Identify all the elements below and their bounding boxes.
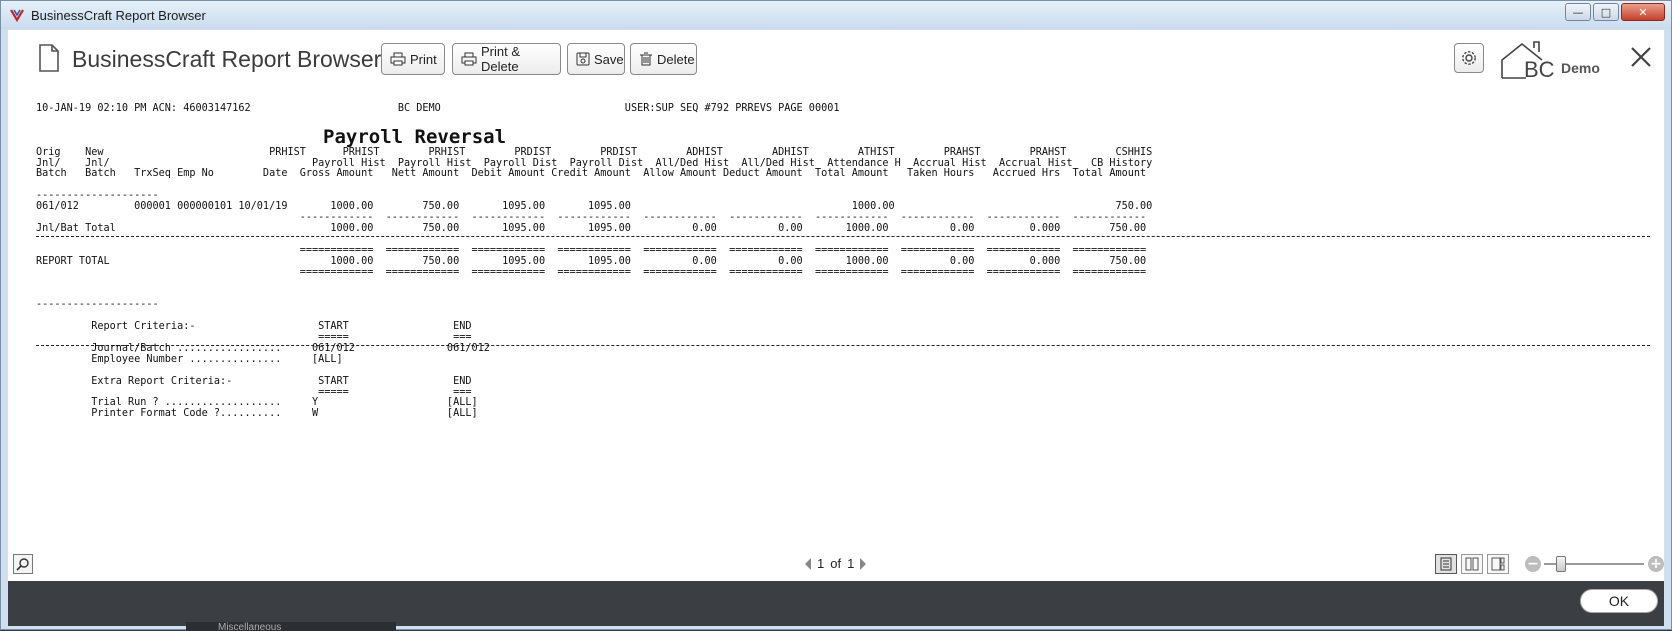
print-delete-label: Print & Delete	[481, 44, 521, 74]
print-delete-button[interactable]: Print & Delete	[452, 43, 561, 75]
print-button[interactable]: Print	[381, 43, 445, 75]
app-title: BusinessCraft Report Browser	[72, 46, 382, 72]
single-page-icon	[1440, 557, 1452, 571]
close-icon: ✕	[1638, 5, 1648, 19]
print-label: Print	[410, 51, 437, 67]
minimize-icon: —	[1572, 5, 1584, 19]
total-pages: 1	[847, 556, 855, 571]
window-title: BusinessCraft Report Browser	[31, 7, 206, 23]
page-navigator: 1 of 1	[805, 556, 867, 571]
current-page: 1	[817, 556, 825, 571]
zoom-in-button[interactable]: +	[1648, 556, 1664, 572]
title-bar[interactable]: BusinessCraft Report Browser — □ ✕	[1, 1, 1671, 29]
trash-icon	[640, 52, 652, 66]
window-close-button[interactable]: ✕	[1621, 3, 1665, 21]
logo-text: BC	[1524, 57, 1555, 82]
single-page-view-button[interactable]	[1435, 554, 1457, 574]
multi-page-icon	[1491, 557, 1505, 571]
ok-button[interactable]: OK	[1580, 589, 1658, 613]
client-area: BusinessCraft Report Browser Print Print…	[8, 30, 1664, 626]
window-controls: — □ ✕	[1565, 3, 1665, 21]
ok-label: OK	[1608, 593, 1630, 609]
printer-icon	[461, 52, 477, 66]
magnifier-icon	[16, 558, 29, 571]
zoom-slider-thumb[interactable]	[1556, 556, 1566, 572]
delete-button[interactable]: Delete	[630, 43, 697, 75]
page-of-label: of	[830, 556, 842, 571]
minimize-button[interactable]: —	[1565, 3, 1591, 21]
report-viewer[interactable]: 10-JAN-19 02:10 PM ACN: 46003147162 BC D…	[8, 90, 1664, 550]
printer-icon	[390, 52, 406, 66]
save-label: Save	[594, 51, 624, 67]
app-logo-icon	[10, 9, 24, 23]
save-icon	[576, 52, 590, 66]
maximize-icon: □	[1600, 5, 1612, 19]
dialog-button-bar: OK	[8, 581, 1664, 626]
toolbar: BusinessCraft Report Browser Print Print…	[8, 30, 1664, 90]
report-browser-window: BusinessCraft Report Browser — □ ✕ Busin…	[0, 0, 1672, 631]
next-page-icon[interactable]	[860, 557, 867, 570]
report-body: 10-JAN-19 02:10 PM ACN: 46003147162 BC D…	[36, 103, 1153, 420]
report-title: Payroll Reversal	[323, 126, 507, 148]
report-footer: 1 of 1 − +	[8, 550, 1664, 580]
multi-page-view-button[interactable]	[1487, 554, 1509, 574]
settings-button[interactable]	[1454, 43, 1484, 73]
close-report-icon[interactable]	[1628, 44, 1654, 70]
demo-label: Demo	[1561, 60, 1600, 76]
find-button[interactable]	[13, 554, 33, 574]
two-page-icon	[1465, 557, 1479, 571]
delete-label: Delete	[657, 51, 695, 67]
two-page-view-button[interactable]	[1461, 554, 1483, 574]
gear-icon	[1462, 51, 1476, 65]
zoom-out-button[interactable]: −	[1525, 556, 1541, 572]
maximize-button[interactable]: □	[1593, 3, 1619, 21]
previous-page-icon[interactable]	[805, 557, 811, 570]
document-icon	[39, 44, 59, 72]
save-button[interactable]: Save	[567, 43, 625, 75]
